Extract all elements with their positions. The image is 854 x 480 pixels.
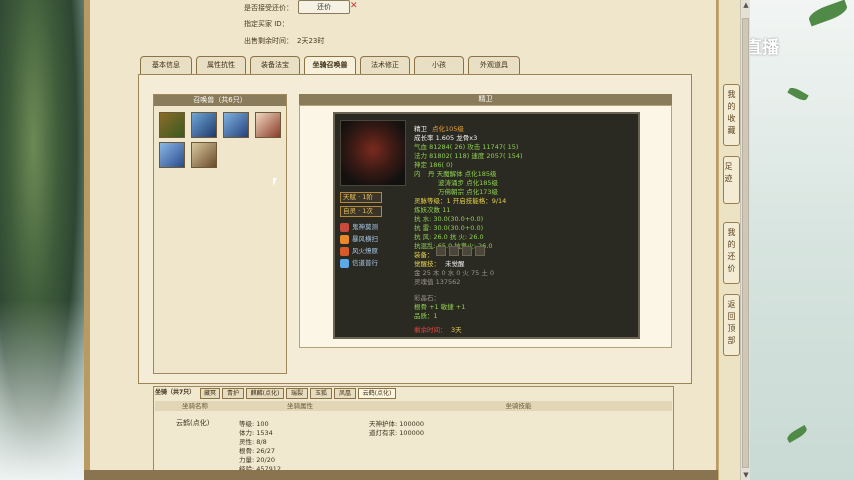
spirit-badge: 自灵 · 1次 [340,206,382,217]
scroll-down-icon[interactable]: ▼ [741,470,751,480]
mount-tab-3[interactable]: 麒麟(点化) [246,388,284,399]
sidebar-item-favorites[interactable]: 我的收藏 [723,84,740,146]
skill-item-4: 信道普行 [340,257,378,268]
scroll-thumb[interactable] [742,18,749,468]
return-price-button[interactable]: 还价 [298,0,350,14]
pet-icon-1[interactable] [159,112,185,138]
mount-tab-6[interactable]: 凤凰 [334,388,356,399]
skill-icon [340,222,349,232]
pet-icon-3[interactable] [223,112,249,138]
mount-name: 云鹤(点化) [176,419,210,427]
tab-attributes[interactable]: 属性抗性 [196,56,246,74]
color-stone-quality: 品质：1 [414,312,438,320]
mount-tab-1[interactable]: 藏冥 [200,388,220,399]
skill-item-2: 暴风横扫 [340,233,378,244]
sidebar-item-my-counter[interactable]: 我的还价 [723,222,740,284]
mount-tab-2[interactable]: 青护 [222,388,244,399]
mount-tab-7[interactable]: 云鹤(点化) [358,388,396,399]
skill-item-1: 鬼神莫测 [340,221,378,232]
right-decorative-art [750,0,854,480]
time-left-label: 出售剩余时间： [244,37,293,45]
mount-title: 坐骑（共7只） [155,388,199,399]
tab-appearance[interactable]: 外观道具 [468,56,520,74]
tab-mounts-summons[interactable]: 坐骑召唤兽 [304,56,356,74]
summon-detail-header: 精卫 [299,94,672,105]
inner-label: 内 [414,170,421,178]
summon-exp: 灵魂值 137562 [414,278,461,286]
mount-col-name: 坐骑名称 [155,401,235,411]
sidebar-item-footprint[interactable]: 足迹 [723,156,740,204]
talent-badge: 天赋 · 1阶 [340,192,382,203]
remain-time-label: 剩余时间： [414,326,447,334]
mouse-cursor [273,178,277,186]
accept-return-label: 是否接受还价： [244,4,293,12]
time-left-value: 2天23时 [297,37,325,45]
seller-id-label: 指定买家 ID： [244,20,289,28]
pet-icon-6[interactable] [191,142,217,168]
skill-icon [340,258,349,268]
equip-slot-2[interactable] [449,246,459,256]
skill-item-3: 风火燎原 [340,245,378,256]
tab-equipment[interactable]: 装备法宝 [250,56,300,74]
pet-icon-5[interactable] [159,142,185,168]
pet-icon-2[interactable] [191,112,217,138]
bottom-bar [84,470,740,480]
mount-col-attr: 坐骑属性 [235,401,365,411]
equip-slot-4[interactable] [475,246,485,256]
summon-list-header: 召唤兽（共6只） [154,95,286,106]
mount-tab-5[interactable]: 玉狐 [310,388,332,399]
mount-tab-4[interactable]: 瑞裂 [286,388,308,399]
remain-time-value: 3天 [451,326,462,334]
mount-skill-2: 道灯有求: 100000 [369,429,425,437]
tab-spell-mods[interactable]: 法术修正 [360,56,410,74]
close-icon[interactable]: ✕ [350,1,358,11]
sidebar-item-back-to-top[interactable]: 返回顶部 [723,294,740,356]
scrollbar[interactable]: ▲ ▼ [740,0,750,480]
pet-icon-4[interactable] [255,112,281,138]
equip-slot-3[interactable] [462,246,472,256]
equip-slot-1[interactable] [436,246,446,256]
summon-portrait [340,120,406,186]
tab-children[interactable]: 小孩 [414,56,464,74]
tab-basic-info[interactable]: 基本信息 [140,56,192,74]
scroll-up-icon[interactable]: ▲ [741,0,751,10]
left-decorative-art [0,0,84,480]
skill-icon [340,246,349,256]
skill-icon [340,234,349,244]
mount-col-skill: 坐骑技能 [365,401,672,411]
